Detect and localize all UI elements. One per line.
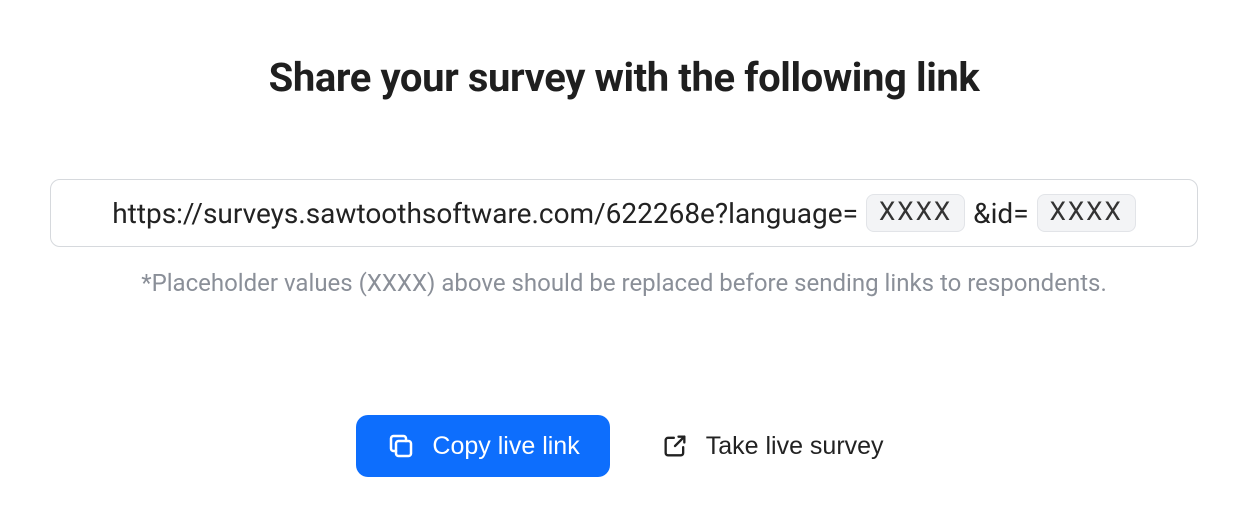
page-title: Share your survey with the following lin… [269, 54, 980, 101]
url-segment-base: https://surveys.sawtoothsoftware.com/622… [112, 197, 858, 230]
survey-url-box[interactable]: https://surveys.sawtoothsoftware.com/622… [50, 179, 1198, 247]
copy-button-label: Copy live link [432, 432, 579, 461]
helper-text: *Placeholder values (XXXX) above should … [141, 269, 1107, 297]
take-survey-button-label: Take live survey [706, 432, 884, 461]
share-survey-card: Share your survey with the following lin… [0, 0, 1248, 512]
copy-icon [386, 431, 416, 461]
take-live-survey-button[interactable]: Take live survey [652, 415, 892, 477]
copy-live-link-button[interactable]: Copy live link [356, 415, 609, 477]
action-row: Copy live link Take live survey [356, 415, 891, 477]
url-segment-id: &id= [973, 197, 1028, 230]
placeholder-chip-id: XXXX [1037, 194, 1136, 232]
placeholder-chip-language: XXXX [866, 194, 965, 232]
external-link-icon [660, 431, 690, 461]
